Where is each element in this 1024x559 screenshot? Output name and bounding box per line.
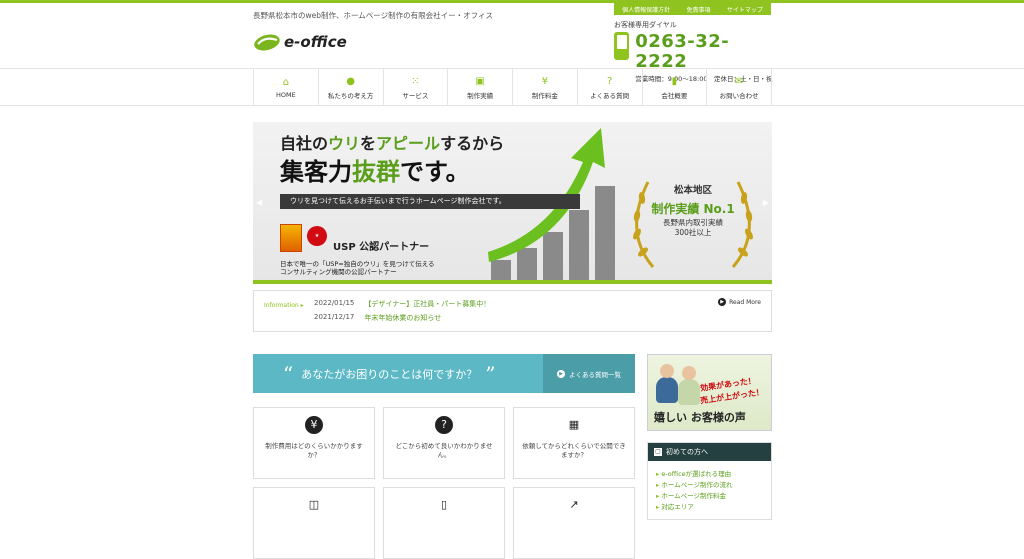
- nav-item-contact[interactable]: ✉ お問い合わせ: [707, 69, 772, 106]
- nav-item-company[interactable]: ▮ 会社概要: [643, 69, 708, 106]
- nav-label: HOME: [276, 90, 296, 99]
- usp-book-image: [280, 224, 302, 252]
- arrow-right-icon: ▶: [557, 369, 565, 378]
- mail-icon: ✉: [734, 75, 744, 87]
- sitemap-link[interactable]: サイトマップ: [727, 5, 763, 14]
- card-text: 制作費用はどのくらいかかりますか？: [265, 442, 363, 459]
- badge-detail: 長野県内取引実績 300社以上: [663, 218, 723, 237]
- faq-card[interactable]: ▦ 依頼してからどれくらいで公開できますか？: [513, 407, 635, 479]
- faq-list-link[interactable]: ▶ よくある質問一覧: [543, 354, 635, 393]
- customer-photo: [660, 364, 674, 378]
- nav-label: 会社概要: [661, 91, 688, 100]
- usp-description: 日本で唯一の「USP=独自のウリ」を見つけて伝える コンサルティング機関の公認パー…: [280, 260, 435, 276]
- news-item[interactable]: 2022/01/15 【デザイナー】正社員・パート募集中！: [314, 299, 490, 309]
- chevron-right-icon[interactable]: ▶: [763, 198, 769, 207]
- usp-partner-title: USP 公認パートナー: [333, 242, 430, 253]
- open-quote-icon: “: [283, 361, 294, 386]
- global-nav: ⌂ HOME ● 私たちの考え方 ⁙ サービス ▣ 制作実績 ¥ 制作料金 ? よくある質問…: [0, 68, 1024, 106]
- news-date: 2022/01/15: [314, 299, 355, 307]
- voice-title: 嬉しい お客様の声: [654, 411, 746, 424]
- hero-slider[interactable]: 自社のウリをアピールするから 集客力抜群です。 ウリを見つけて伝えるお手伝いまで…: [253, 122, 772, 284]
- nav-item-philosophy[interactable]: ● 私たちの考え方: [319, 69, 384, 106]
- nav-label: サービス: [402, 91, 429, 100]
- yen-icon: ¥: [305, 416, 323, 434]
- usp-seal-icon: ★: [307, 226, 327, 246]
- faq-card[interactable]: ? どこから初めて良いかわかりません。: [383, 407, 505, 479]
- hero-subtitle-band: ウリを見つけて伝えるお手伝いまで行うホームページ制作会社です。: [280, 194, 580, 209]
- nav-label: お問い合わせ: [719, 91, 759, 100]
- nav-label: 私たちの考え方: [327, 91, 374, 100]
- hero-accent-bar: [253, 280, 772, 284]
- logo-text: e-office: [284, 33, 347, 51]
- achievement-badge: 松本地区 制作実績 No.1 長野県内取引実績 300社以上: [628, 150, 758, 275]
- nav-label: 制作料金: [531, 91, 558, 100]
- close-quote-icon: ”: [485, 361, 496, 386]
- disclaimer-link[interactable]: 免責事項: [686, 5, 710, 14]
- nav-label: 制作実績: [467, 91, 494, 100]
- news-title[interactable]: 【デザイナー】正社員・パート募集中！: [364, 299, 490, 309]
- beginner-link[interactable]: 対応エリア: [656, 502, 771, 513]
- nav-item-pricing[interactable]: ¥ 制作料金: [513, 69, 578, 106]
- nav-item-faq[interactable]: ? よくある質問: [578, 69, 643, 106]
- badge-region: 松本地区: [673, 185, 712, 196]
- speech-icon: ●: [346, 75, 355, 87]
- chevron-left-icon[interactable]: ◀: [256, 198, 262, 207]
- phone-icon: [614, 32, 630, 60]
- faq-card[interactable]: ▯: [383, 487, 505, 559]
- home-icon: ⌂: [282, 76, 290, 88]
- nav-label: よくある質問: [590, 91, 630, 100]
- beginner-heading: ▢ 初めての方へ: [648, 443, 771, 461]
- nav-item-works[interactable]: ▣ 制作実績: [448, 69, 513, 106]
- faq-card[interactable]: ¥ 制作費用はどのくらいかかりますか？: [253, 407, 375, 479]
- question-heading: “あなたがお困りのことは何ですか？”: [283, 361, 496, 386]
- arrow-right-icon: ▶: [718, 298, 727, 306]
- question-icon: ?: [606, 75, 613, 87]
- hero-headline-1: 自社のウリをアピールするから: [280, 134, 505, 153]
- faq-card[interactable]: ◫: [253, 487, 375, 559]
- browser-icon: ◫: [308, 498, 320, 511]
- building-icon: ▮: [671, 75, 678, 87]
- yen-icon: ¥: [541, 75, 549, 87]
- site-logo[interactable]: e-office: [253, 33, 347, 51]
- news-date: 2021/12/17: [314, 313, 355, 321]
- customer-photo: [682, 366, 696, 380]
- info-icon: ▢: [654, 448, 662, 456]
- customer-voice-banner[interactable]: 効果があった！ 売上が上がった！ 嬉しい お客様の声: [647, 354, 772, 431]
- beginner-link[interactable]: e-officeが選ばれる理由: [656, 469, 771, 480]
- phone-caption: お客様専用ダイヤル: [614, 21, 677, 29]
- badge-rank: 制作実績 No.1: [651, 202, 735, 216]
- logo-mark-icon: [254, 34, 280, 50]
- faq-cards: ¥ 制作費用はどのくらいかかりますか？ ? どこから初めて良いかわかりません。 ▦ 依…: [253, 407, 635, 559]
- beginner-box: ▢初めての方へ e-officeが選ばれる理由 ホームページ制作の流れ ホームペ…: [647, 442, 772, 520]
- privacy-policy-link[interactable]: 個人情報保護方針: [622, 5, 670, 14]
- calendar-icon: ▦: [568, 418, 580, 431]
- chart-up-icon: ↗: [569, 498, 579, 511]
- grid-icon: ⁙: [411, 75, 420, 87]
- information-panel: Information ▸ 2022/01/15 【デザイナー】正社員・パート募集…: [253, 290, 772, 332]
- news-item[interactable]: 2021/12/17 年末年始休業のお知らせ: [314, 313, 441, 323]
- read-more-link[interactable]: ▶ Read More: [718, 298, 761, 306]
- card-text: どこから初めて良いかわかりません。: [395, 442, 493, 459]
- question-banner: “あなたがお困りのことは何ですか？” ▶ よくある質問一覧: [253, 354, 635, 393]
- beginner-link[interactable]: ホームページ制作の流れ: [656, 480, 771, 491]
- info-label: Information ▸: [264, 302, 304, 309]
- top-accent-line: [0, 0, 1024, 3]
- monitor-icon: ▣: [475, 75, 485, 87]
- customer-photo: [656, 377, 678, 403]
- nav-item-home[interactable]: ⌂ HOME: [254, 69, 319, 106]
- beginner-links: e-officeが選ばれる理由 ホームページ制作の流れ ホームページ制作料金 対…: [648, 461, 771, 513]
- faq-card[interactable]: ↗: [513, 487, 635, 559]
- phone-number[interactable]: 0263-32-2222: [635, 32, 774, 72]
- utility-links: 個人情報保護方針 免責事項 サイトマップ: [614, 3, 771, 15]
- site-tagline: 長野県松本市のweb制作、ホームページ制作の有限会社イー・オフィス: [253, 11, 493, 20]
- customer-photo: [678, 379, 700, 405]
- card-text: 依頼してからどれくらいで公開できますか？: [522, 442, 626, 459]
- hero-headline-2: 集客力抜群です。: [280, 158, 470, 186]
- question-icon: ?: [435, 416, 453, 434]
- news-title[interactable]: 年末年始休業のお知らせ: [364, 313, 441, 323]
- nav-item-services[interactable]: ⁙ サービス: [384, 69, 449, 106]
- smartphone-icon: ▯: [440, 498, 448, 511]
- beginner-link[interactable]: ホームページ制作料金: [656, 491, 771, 502]
